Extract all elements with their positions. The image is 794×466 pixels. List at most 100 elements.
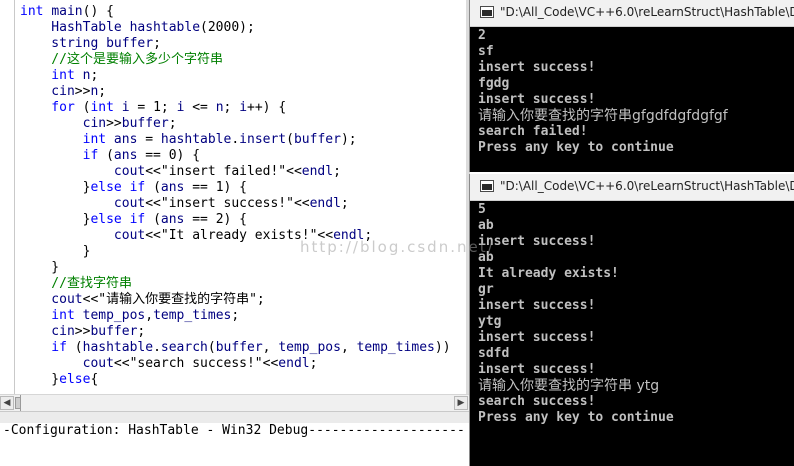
code-token: = 1; [129, 100, 177, 115]
code-line[interactable]: if (hashtable.search(buffer, temp_pos, t… [20, 340, 470, 356]
code-token: i [121, 100, 130, 115]
code-line[interactable]: } [20, 260, 470, 276]
console-app-icon [480, 6, 494, 18]
code-line[interactable]: //这个是要输入多少个字符串 [20, 52, 470, 68]
code-token: >> [106, 116, 122, 131]
code-line[interactable]: string buffer; [20, 36, 470, 52]
console-line: sdfd [478, 346, 510, 361]
code-line[interactable]: cout<<"请输入你要查找的字符串"; [20, 292, 470, 308]
code-token: endl [278, 356, 310, 371]
code-token: buffer [293, 132, 341, 147]
console-line: ytg [478, 314, 502, 329]
code-token: } [20, 260, 60, 275]
code-line[interactable]: cin>>buffer; [20, 324, 470, 340]
code-token: int [20, 308, 83, 323]
console-line: It already exists! [478, 266, 619, 281]
code-token: ans [113, 132, 138, 147]
code-token: ; [90, 68, 99, 83]
code-line[interactable]: if (ans == 0) { [20, 148, 470, 164]
code-token: <<"insert success!"<< [145, 196, 310, 211]
code-token: = [137, 132, 161, 147]
code-token: main [51, 4, 83, 19]
code-token: cout [20, 292, 83, 307]
code-token: ; [364, 228, 373, 243]
code-token: (2000); [200, 20, 255, 35]
code-token: <= [184, 100, 216, 115]
code-line[interactable]: }else if (ans == 1) { [20, 180, 470, 196]
code-line[interactable]: int main() { [20, 4, 470, 20]
code-token: cout [20, 228, 146, 243]
code-line[interactable]: int n; [20, 68, 470, 84]
code-token: , [340, 340, 357, 355]
console-app-icon [480, 180, 494, 192]
code-token: buffer [106, 36, 154, 51]
code-token: ( [74, 340, 83, 355]
console-line: 5 [478, 202, 486, 217]
code-line[interactable]: //查找字符串 [20, 276, 470, 292]
code-token: insert [239, 132, 287, 147]
code-token: <<"insert failed!"<< [145, 164, 302, 179]
console-line: insert success! [478, 330, 596, 345]
code-line[interactable]: cout<<"insert failed!"<<endl; [20, 164, 470, 180]
code-line[interactable]: cout<<"search success!"<<endl; [20, 356, 470, 372]
code-token: } [20, 244, 91, 259]
code-token: } [20, 212, 91, 227]
console-line: ab [478, 218, 494, 233]
code-token: cout [20, 356, 114, 371]
code-token: cout [20, 196, 146, 211]
code-token: >> [74, 324, 91, 339]
code-token: ( [153, 180, 161, 195]
code-line[interactable]: cout<<"insert success!"<<endl; [20, 196, 470, 212]
code-token: ans [160, 180, 185, 195]
console-2-title: "D:\All_Code\VC++6.0\reLearnStruct\HashT… [500, 179, 794, 193]
code-token: hashtable [82, 340, 154, 355]
scroll-left-arrow-icon[interactable]: ◀ [0, 396, 14, 410]
code-token: temp_pos [82, 308, 146, 323]
build-output-pane: -Configuration: HashTable - Win32 Debug-… [0, 423, 470, 466]
code-line[interactable]: cin>>buffer; [20, 116, 470, 132]
code-token: ; [231, 308, 240, 323]
build-configuration-line: -Configuration: HashTable - Win32 Debug-… [3, 423, 465, 438]
console-2-output: 5 ab insert success! ab It already exists! gr… [478, 202, 674, 426]
console-line: sf [478, 44, 494, 59]
console-line: 请输入你要查找的字符串 ytg [478, 378, 660, 394]
code-token: ); [340, 132, 357, 147]
code-token: <<"请输入你要查找的字符串"; [82, 292, 265, 307]
console-2-titlebar[interactable]: "D:\All_Code\VC++6.0\reLearnStruct\HashT… [470, 174, 794, 201]
code-token: cin [20, 84, 75, 99]
code-token: cout [20, 164, 146, 179]
code-token: <<"search success!"<< [113, 356, 279, 371]
code-line[interactable]: } [20, 244, 470, 260]
console-line: insert success! [478, 92, 596, 107]
code-token: int [20, 68, 83, 83]
scroll-right-arrow-icon[interactable]: ▶ [454, 396, 468, 410]
code-token: cin [20, 116, 107, 131]
code-token: else if [90, 180, 154, 195]
code-token: endl [301, 164, 334, 179]
console-window-2[interactable]: "D:\All_Code\VC++6.0\reLearnStruct\HashT… [470, 174, 794, 466]
console-1-titlebar[interactable]: "D:\All_Code\VC++6.0\reLearnStruct\HashT… [470, 0, 794, 27]
code-line[interactable]: int temp_pos,temp_times; [20, 308, 470, 324]
code-text[interactable]: int main() { HashTable hashtable(2000); … [20, 4, 470, 388]
code-editor[interactable]: int main() { HashTable hashtable(2000); … [0, 0, 470, 396]
console-1-title: "D:\All_Code\VC++6.0\reLearnStruct\HashT… [500, 5, 794, 19]
code-line[interactable]: cout<<"It already exists!"<<endl; [20, 228, 470, 244]
code-token: //查找字符串 [20, 276, 132, 291]
code-token: . [153, 340, 161, 355]
code-token: >> [74, 84, 91, 99]
code-token: i [239, 100, 248, 115]
horizontal-scrollbar[interactable]: ◀ ▶ [0, 394, 470, 411]
code-line[interactable]: }else{ [20, 372, 470, 388]
code-token: == 2) { [184, 212, 248, 227]
code-token: } [20, 180, 91, 195]
code-line[interactable]: cin>>n; [20, 84, 470, 100]
code-line[interactable]: HashTable hashtable(2000); [20, 20, 470, 36]
code-line[interactable]: for (int i = 1; i <= n; i++) { [20, 100, 470, 116]
code-token: if [20, 340, 75, 355]
code-token: int [90, 100, 122, 115]
code-token: ; [340, 196, 349, 211]
code-token: else [59, 372, 91, 387]
code-line[interactable]: }else if (ans == 2) { [20, 212, 470, 228]
code-line[interactable]: int ans = hashtable.insert(buffer); [20, 132, 470, 148]
console-window-1[interactable]: "D:\All_Code\VC++6.0\reLearnStruct\HashT… [470, 0, 794, 172]
